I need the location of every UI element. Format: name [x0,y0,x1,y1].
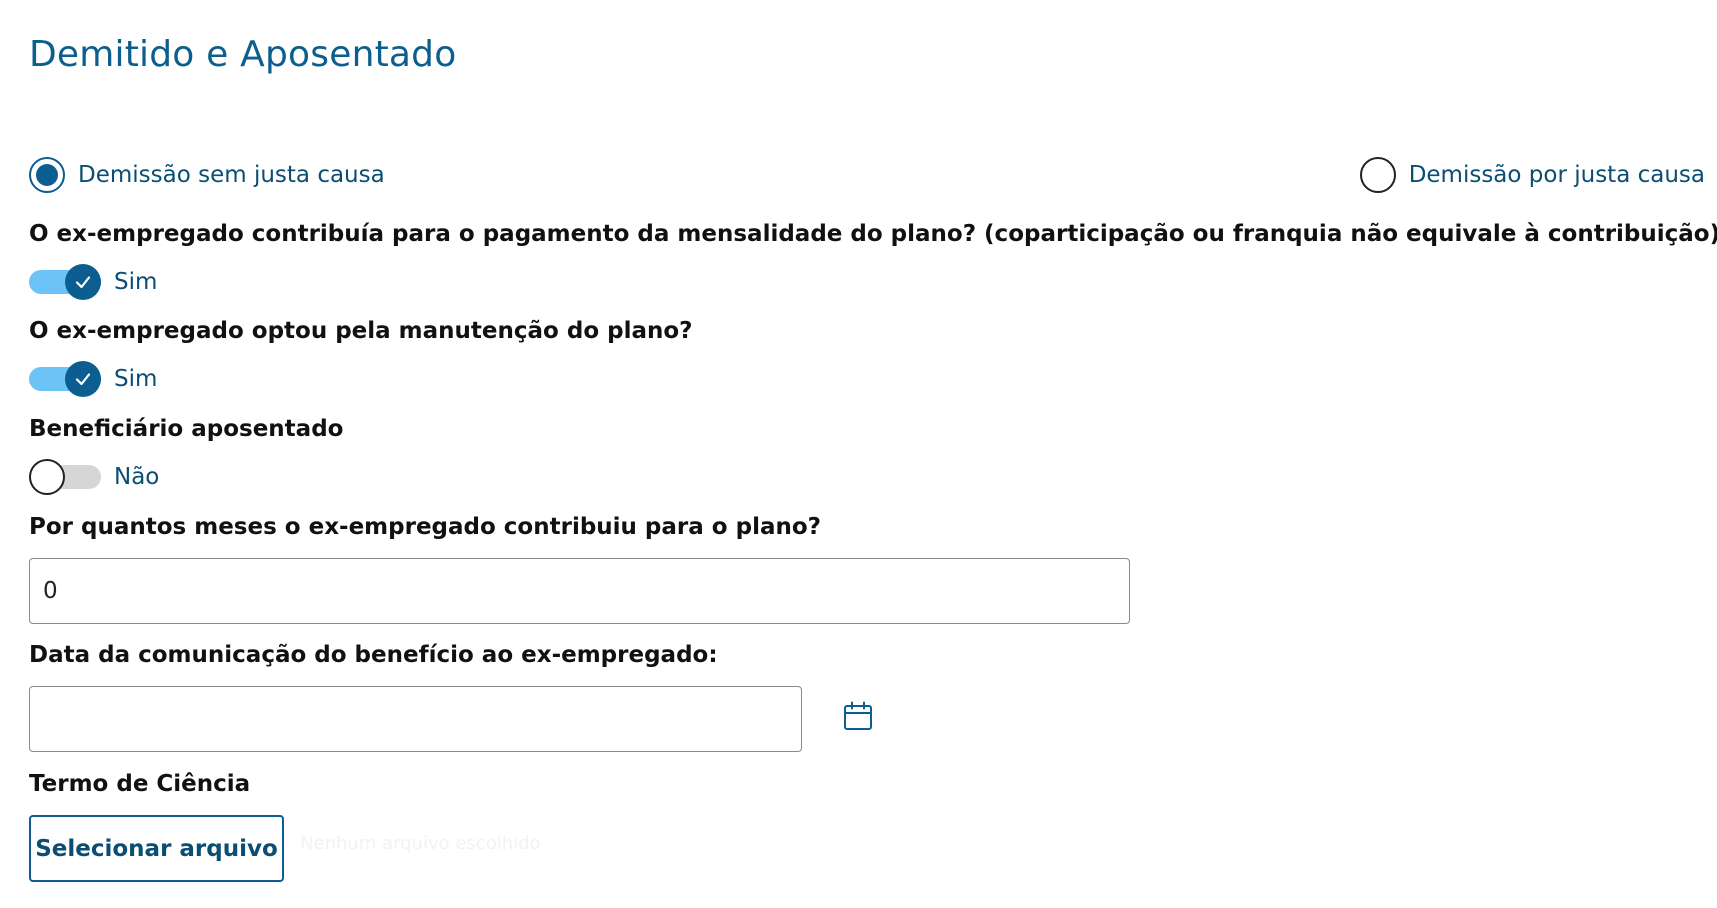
check-icon [75,276,91,289]
question-kept-plan-label: O ex-empregado optou pela manutenção do … [29,318,693,344]
date-input[interactable] [29,686,802,752]
calendar-icon[interactable] [842,700,874,732]
radio-dot [36,164,58,186]
file-status-text: Nenhum arquivo escolhido [300,833,541,854]
question-term-label: Termo de Ciência [29,771,251,797]
radio-option-without-just-cause[interactable]: Demissão sem justa causa [29,157,385,193]
toggle-contributed-label: Sim [114,269,158,295]
question-retired-label: Beneficiário aposentado [29,416,344,442]
page-title: Demitido e Aposentado [29,34,457,75]
toggle-track[interactable] [29,459,101,495]
toggle-kept-plan[interactable]: Sim [29,361,157,397]
question-contributed-label: O ex-empregado contribuía para o pagamen… [29,221,1717,247]
radio-unselected-icon[interactable] [1359,157,1396,193]
radio-label-without-just-cause: Demissão sem justa causa [78,162,385,188]
radio-label-with-just-cause: Demissão por justa causa [1408,162,1705,188]
radio-option-with-just-cause[interactable]: Demissão por justa causa [1359,157,1705,193]
months-input[interactable] [29,558,1130,624]
question-date-label: Data da comunicação do benefício ao ex-e… [29,642,718,668]
toggle-knob[interactable] [65,361,101,397]
question-months-label: Por quantos meses o ex-empregado contrib… [29,514,821,540]
select-file-button[interactable]: Selecionar arquivo [29,815,284,882]
toggle-knob[interactable] [29,459,65,495]
toggle-retired-label: Não [114,464,160,490]
toggle-retired[interactable]: Não [29,459,159,495]
check-icon [75,373,91,386]
radio-selected-icon[interactable] [29,157,65,193]
toggle-track[interactable] [29,264,101,300]
toggle-contributed[interactable]: Sim [29,264,157,300]
form-page: Demitido e Aposentado Demissão sem justa… [0,0,1717,908]
toggle-knob[interactable] [65,264,101,300]
toggle-track[interactable] [29,361,101,397]
toggle-kept-plan-label: Sim [114,366,158,392]
